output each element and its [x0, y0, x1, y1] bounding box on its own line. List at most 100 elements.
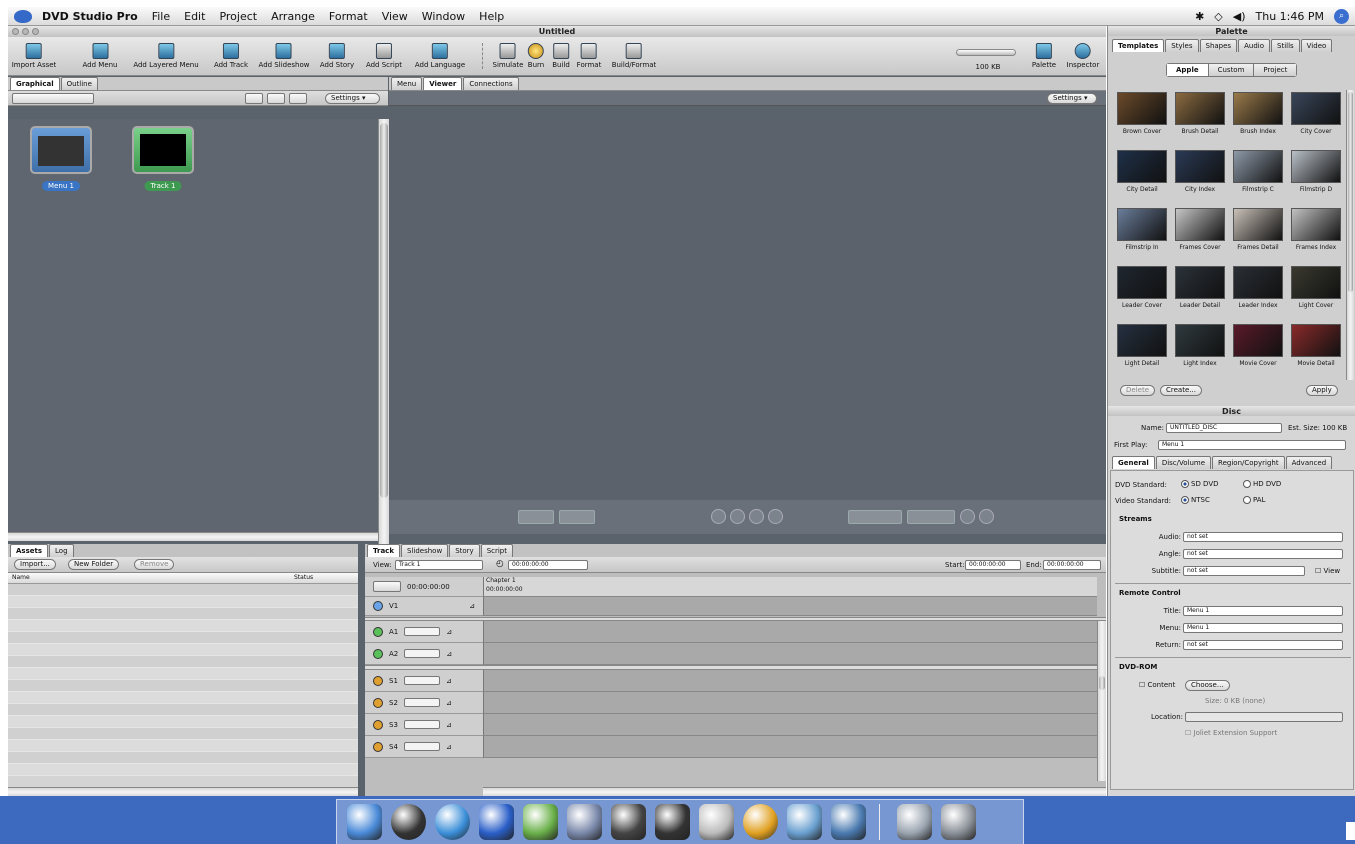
mail-icon[interactable] [897, 804, 932, 840]
segment-apple[interactable]: Apple [1167, 64, 1208, 76]
lock-icon[interactable]: ⊿ [446, 721, 452, 729]
graphical-vscroll[interactable] [378, 119, 389, 544]
tab-log[interactable]: Log [49, 544, 74, 557]
play-icon[interactable] [711, 509, 726, 524]
simulate-button[interactable]: Simulate [493, 43, 523, 69]
add-layered-menu-button[interactable]: Add Layered Menu [133, 43, 199, 69]
word-icon[interactable] [479, 804, 514, 840]
track-s1-lane[interactable] [483, 670, 1097, 692]
return-popup[interactable]: not set [1183, 640, 1343, 650]
import-asset-button[interactable]: Import Asset [12, 43, 56, 69]
template-item[interactable]: Frames Index [1288, 208, 1344, 251]
choose-button[interactable]: Choose... [1185, 680, 1230, 691]
graphical-hscroll[interactable] [8, 532, 378, 541]
imovie-icon[interactable] [611, 804, 646, 840]
template-item[interactable]: Filmstrip C [1230, 150, 1286, 193]
lock-icon[interactable]: ⊿ [446, 699, 452, 707]
menu-popup[interactable]: Menu 1 [1183, 623, 1343, 633]
tab-advanced[interactable]: Advanced [1285, 456, 1333, 469]
create-button[interactable]: Create... [1160, 385, 1202, 396]
tab-connections[interactable]: Connections [463, 77, 519, 90]
lock-icon[interactable]: ⊿ [446, 650, 452, 658]
assets-hscroll[interactable] [8, 787, 358, 796]
apple-icon[interactable] [14, 9, 32, 23]
ruler[interactable]: Chapter 1 00:00:00:00 [483, 577, 1097, 597]
import-button[interactable]: Import... [14, 559, 56, 570]
trash-icon[interactable] [941, 804, 976, 840]
radio-ntsc[interactable]: NTSC [1181, 496, 1210, 504]
tab-menu[interactable]: Menu [391, 77, 423, 90]
view-checkbox[interactable]: ☐ View [1315, 567, 1340, 575]
template-item[interactable]: Frames Detail [1230, 208, 1286, 251]
title-popup[interactable]: Menu 1 [1183, 606, 1343, 616]
radio-sd-dvd[interactable]: SD DVD [1181, 480, 1219, 488]
content-checkbox[interactable]: ☐ Content [1139, 681, 1175, 689]
template-item[interactable]: City Index [1172, 150, 1228, 193]
apply-button[interactable]: Apply [1306, 385, 1338, 396]
lock-icon[interactable]: ⊿ [446, 628, 452, 636]
joliet-checkbox[interactable]: ☐ Joliet Extension Support [1185, 729, 1277, 737]
template-item[interactable]: Light Cover [1288, 266, 1344, 309]
inspector-button[interactable]: Inspector [1067, 43, 1099, 69]
view-popup[interactable]: Track 1 [395, 560, 483, 570]
safe-area-buttons[interactable] [907, 510, 955, 524]
track-s4-lane[interactable] [483, 736, 1097, 758]
spotlight-icon[interactable]: ⌕ [1334, 8, 1349, 24]
dvd-player-icon[interactable] [567, 804, 602, 840]
zoom-fit-button[interactable] [267, 93, 285, 104]
menu-project[interactable]: Project [219, 10, 257, 23]
template-item[interactable]: Leader Index [1230, 266, 1286, 309]
close-button[interactable] [12, 28, 19, 35]
timeline-vscroll-thumb[interactable] [1099, 676, 1105, 690]
add-slideshow-button[interactable]: Add Slideshow [259, 43, 309, 69]
menu-file[interactable]: File [152, 10, 170, 23]
tab-shapes[interactable]: Shapes [1199, 39, 1238, 52]
dashboard-icon[interactable] [391, 804, 426, 840]
tab-outline[interactable]: Outline [60, 77, 98, 90]
menu-thumbnail-label[interactable]: Menu 1 [42, 181, 80, 191]
zoom-controls[interactable] [373, 581, 401, 592]
template-item[interactable]: Movie Cover [1230, 324, 1286, 367]
tab-disc-volume[interactable]: Disc/Volume [1155, 456, 1212, 469]
subtitle-icon[interactable] [373, 741, 383, 752]
dvd-studio-pro-icon[interactable] [743, 804, 778, 840]
volume-icon[interactable]: ◀) [1233, 10, 1246, 23]
tab-stills[interactable]: Stills [1271, 39, 1300, 52]
menu-edit[interactable]: Edit [184, 10, 205, 23]
subtitle-icon[interactable] [373, 675, 383, 686]
track-s2-lane[interactable] [483, 692, 1097, 714]
template-item[interactable]: Filmstrip D [1288, 150, 1344, 193]
name-field[interactable]: UNTITLED_DISC [1166, 423, 1282, 433]
template-item[interactable]: City Cover [1288, 92, 1344, 135]
minimize-button[interactable] [22, 28, 29, 35]
template-item[interactable]: Leader Cover [1114, 266, 1170, 309]
tab-general[interactable]: General [1112, 456, 1155, 469]
start-field[interactable]: 00:00:00:00 [965, 560, 1021, 570]
zoom-in-button[interactable] [289, 93, 307, 104]
tab-script[interactable]: Script [480, 544, 513, 557]
tab-region-copyright[interactable]: Region/Copyright [1212, 456, 1285, 469]
tab-audio[interactable]: Audio [1238, 39, 1270, 52]
subtitle-icon[interactable] [373, 697, 383, 708]
tab-assets[interactable]: Assets [10, 544, 49, 557]
add-language-button[interactable]: Add Language [415, 43, 465, 69]
timeline-hscroll[interactable] [483, 787, 1106, 796]
build-format-button[interactable]: Build/Format [612, 43, 656, 69]
zoom-icon[interactable] [960, 509, 975, 524]
graphical-vscroll-thumb[interactable] [380, 123, 388, 498]
speaker-icon[interactable] [373, 648, 383, 659]
menu-format[interactable]: Format [329, 10, 368, 23]
add-track-button[interactable]: Add Track [214, 43, 248, 69]
timeline-vscroll[interactable] [1097, 621, 1106, 781]
timecode-field[interactable]: 00:00:00:00 [508, 560, 588, 570]
motion-icon[interactable] [979, 509, 994, 524]
segment-project[interactable]: Project [1253, 64, 1297, 76]
template-item[interactable]: Brush Detail [1172, 92, 1228, 135]
lock-icon[interactable]: ⊿ [446, 677, 452, 685]
view-mode-buttons[interactable] [12, 93, 94, 104]
palette-vscroll-thumb[interactable] [1348, 92, 1353, 292]
stop-icon[interactable] [730, 509, 745, 524]
radio-pal[interactable]: PAL [1243, 496, 1265, 504]
template-item[interactable]: Leader Detail [1172, 266, 1228, 309]
viewer-canvas[interactable] [389, 119, 1106, 500]
